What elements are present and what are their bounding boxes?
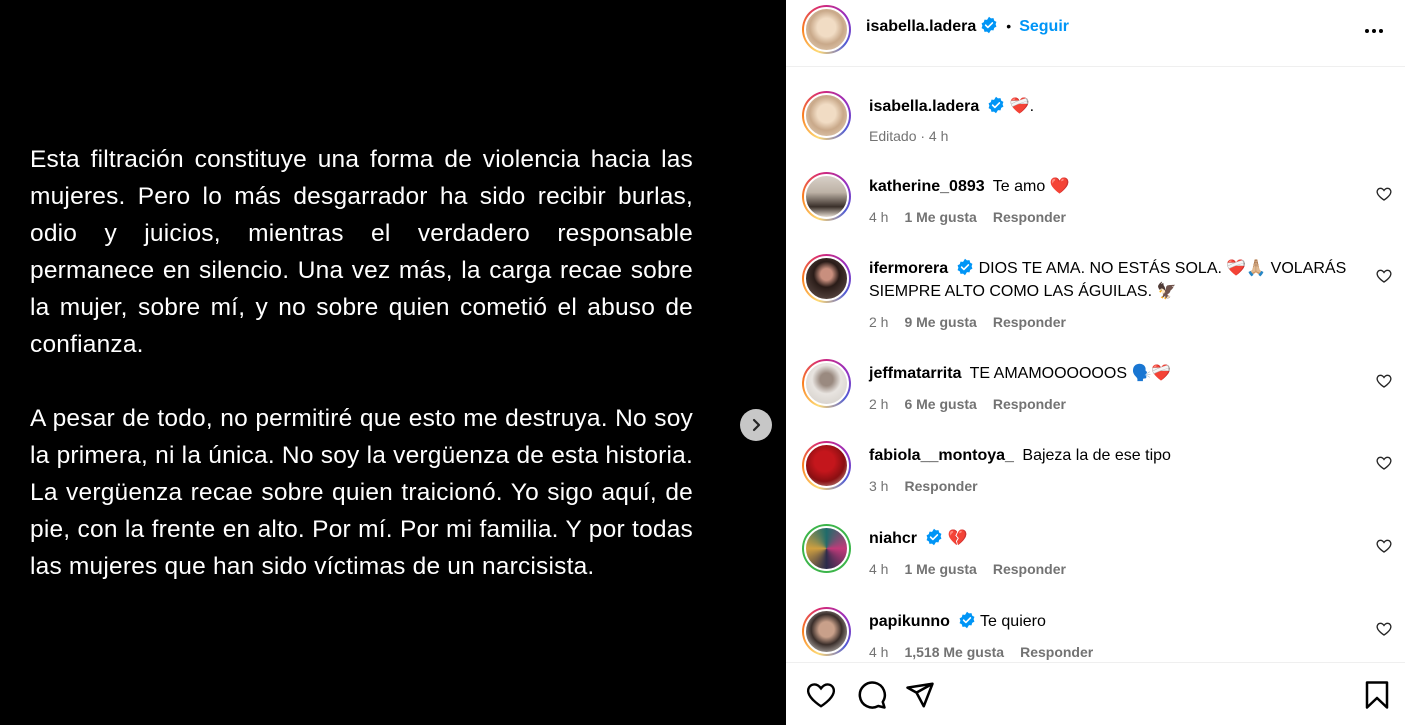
- comment-likes[interactable]: 1 Me gusta: [904, 209, 976, 225]
- next-slide-button[interactable]: [740, 409, 772, 441]
- reply-button[interactable]: Responder: [993, 209, 1066, 225]
- like-comment-button[interactable]: [1376, 538, 1392, 559]
- comment-meta: 2 h 6 Me gusta Responder: [869, 396, 1082, 412]
- comment-time[interactable]: 4 h: [869, 209, 888, 225]
- heart-icon: [1376, 374, 1392, 388]
- reply-button[interactable]: Responder: [993, 314, 1066, 330]
- more-icon: [1365, 29, 1383, 33]
- commenter-avatar[interactable]: [802, 524, 851, 573]
- comment-meta: 3 h Responder: [869, 478, 994, 494]
- comment-meta: 4 h 1 Me gusta Responder: [869, 209, 1082, 225]
- verified-icon: [957, 258, 973, 276]
- comment-username[interactable]: katherine_0893: [869, 178, 985, 195]
- reply-button[interactable]: Responder: [1020, 644, 1093, 660]
- comment-username[interactable]: jeffmatarrita: [869, 365, 961, 382]
- share-icon: [906, 682, 934, 708]
- caption-username[interactable]: isabella.ladera: [869, 98, 979, 115]
- comment-likes[interactable]: 1,518 Me gusta: [904, 644, 1004, 660]
- comments-list: isabella.ladera ❤️‍🩹. Editado · 4 h kath…: [786, 67, 1405, 662]
- separator-dot: •: [1006, 18, 1012, 34]
- commenter-avatar[interactable]: [802, 607, 851, 656]
- comment-text: Te amo ❤️: [992, 178, 1070, 195]
- comment-meta: 4 h 1 Me gusta Responder: [869, 561, 1082, 577]
- comment-body: ifermorera DIOS TE AMA. NO ESTÁS SOLA. ❤…: [869, 257, 1359, 303]
- caption-meta: Editado · 4 h: [869, 128, 949, 144]
- comment-body: jeffmatarrita TE AMAMOOOOOOS 🗣️❤️‍🩹: [869, 362, 1359, 385]
- commenter-avatar[interactable]: [802, 254, 851, 303]
- comment-time[interactable]: 2 h: [869, 396, 888, 412]
- commenter-avatar[interactable]: [802, 441, 851, 490]
- comment-icon: [858, 681, 886, 709]
- like-comment-button[interactable]: [1376, 621, 1392, 642]
- commenter-avatar[interactable]: [802, 172, 851, 221]
- comment-likes[interactable]: 1 Me gusta: [904, 561, 976, 577]
- like-button[interactable]: [806, 680, 836, 715]
- comment-text: TE AMAMOOOOOOS 🗣️❤️‍🩹: [969, 365, 1172, 382]
- comment-username[interactable]: ifermorera: [869, 260, 948, 277]
- like-comment-button[interactable]: [1376, 373, 1392, 394]
- comment-username[interactable]: fabiola__montoya_: [869, 447, 1014, 464]
- post-text: Esta filtración constituye una forma de …: [30, 141, 693, 585]
- bookmark-icon: [1365, 681, 1389, 709]
- comment-body: katherine_0893 Te amo ❤️: [869, 175, 1359, 198]
- like-comment-button[interactable]: [1376, 455, 1392, 476]
- comment-text: Te quiero: [980, 613, 1046, 630]
- heart-icon: [1376, 622, 1392, 636]
- post-paragraph-2: A pesar de todo, no permitiré que esto m…: [30, 405, 693, 580]
- reply-button[interactable]: Responder: [993, 396, 1066, 412]
- comment-time[interactable]: 4 h: [869, 561, 888, 577]
- comment-body: fabiola__montoya_ Bajeza la de ese tipo: [869, 444, 1359, 467]
- heart-icon: [1376, 456, 1392, 470]
- verified-icon: [981, 16, 997, 34]
- action-bar: [786, 662, 1405, 725]
- like-comment-button[interactable]: [1376, 268, 1392, 289]
- comment-body: niahcr 💔: [869, 527, 1359, 550]
- comment-time[interactable]: 3 h: [869, 478, 888, 494]
- comment-username[interactable]: papikunno: [869, 613, 950, 630]
- heart-icon: [806, 683, 836, 708]
- like-comment-button[interactable]: [1376, 186, 1392, 207]
- verified-icon: [988, 96, 1004, 114]
- share-button[interactable]: [905, 680, 935, 715]
- reply-button[interactable]: Responder: [904, 478, 977, 494]
- comment-body: papikunno Te quiero: [869, 610, 1359, 633]
- header-line: isabella.ladera • Seguir: [866, 16, 1069, 37]
- verified-icon: [926, 528, 942, 546]
- post-header: isabella.ladera • Seguir: [786, 0, 1405, 67]
- verified-icon: [959, 611, 975, 629]
- caption-avatar[interactable]: [802, 91, 851, 140]
- post-media: Esta filtración constituye una forma de …: [0, 0, 786, 725]
- caption-body: isabella.ladera ❤️‍🩹.: [869, 95, 1359, 118]
- header-username[interactable]: isabella.ladera: [866, 18, 976, 35]
- heart-icon: [1376, 187, 1392, 201]
- comment-time[interactable]: 2 h: [869, 314, 888, 330]
- caption-text: ❤️‍🩹.: [1009, 98, 1035, 115]
- follow-button[interactable]: Seguir: [1019, 18, 1069, 35]
- more-options-button[interactable]: [1363, 20, 1385, 47]
- heart-icon: [1376, 539, 1392, 553]
- comment-likes[interactable]: 9 Me gusta: [904, 314, 976, 330]
- comment-username[interactable]: niahcr: [869, 530, 917, 547]
- post-paragraph-1: Esta filtración constituye una forma de …: [30, 146, 693, 358]
- save-button[interactable]: [1362, 680, 1392, 715]
- post-side-panel: isabella.ladera • Seguir isabella.ladera ❤…: [786, 0, 1405, 725]
- comment-text: Bajeza la de ese tipo: [1022, 447, 1171, 464]
- comment-time[interactable]: 4 h: [869, 644, 888, 660]
- chevron-right-icon: [752, 418, 761, 432]
- author-avatar[interactable]: [802, 5, 851, 54]
- commenter-avatar[interactable]: [802, 359, 851, 408]
- heart-icon: [1376, 269, 1392, 283]
- comment-button[interactable]: [857, 680, 887, 715]
- comment-meta: 4 h 1,518 Me gusta Responder: [869, 644, 1109, 660]
- comment-text: 💔: [947, 530, 968, 547]
- comment-meta: 2 h 9 Me gusta Responder: [869, 314, 1082, 330]
- reply-button[interactable]: Responder: [993, 561, 1066, 577]
- comment-likes[interactable]: 6 Me gusta: [904, 396, 976, 412]
